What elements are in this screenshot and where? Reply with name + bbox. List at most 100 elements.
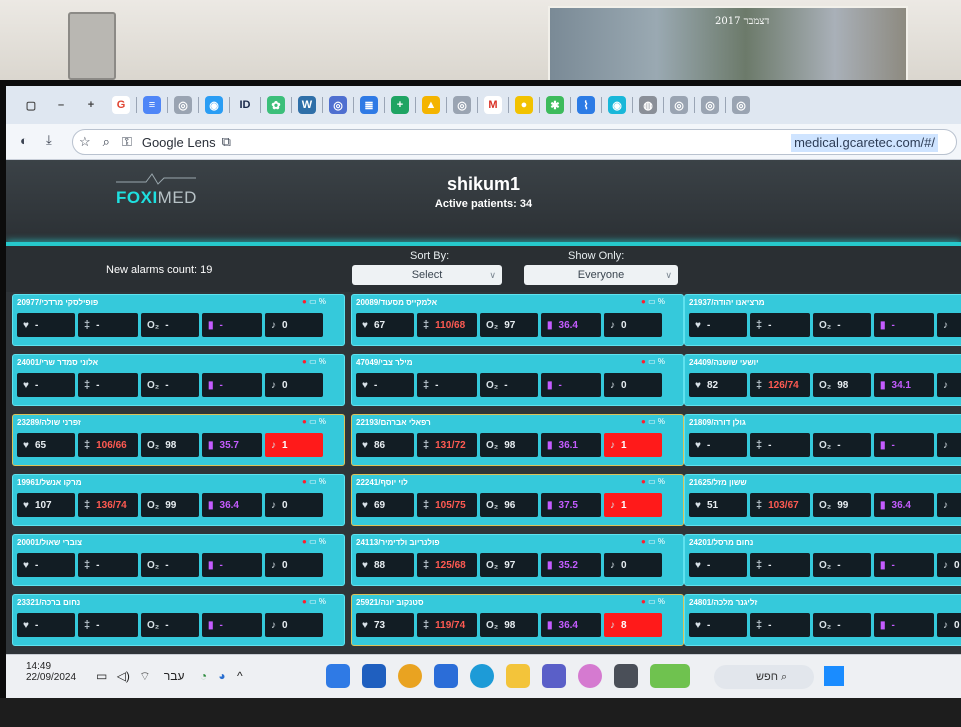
app-icon[interactable]: ✿: [267, 96, 285, 114]
heart-rate-value: -: [34, 619, 39, 631]
show-only-select[interactable]: Everyone ∨: [524, 265, 678, 285]
patient-card[interactable]: ששון מזל/21625● ▭ %♥51‡103/67O₂99▮36.4♪: [684, 474, 961, 526]
heart-icon: ♥: [362, 439, 368, 451]
new-alarms-count: New alarms count: 19: [106, 264, 213, 276]
site-settings-icon[interactable]: ⚿: [122, 134, 132, 150]
chrome-taskbar-icon[interactable]: [398, 664, 422, 688]
sheets-icon[interactable]: +: [391, 96, 409, 114]
oxygen-value: 99: [837, 499, 849, 511]
chrome5-icon[interactable]: ◎: [732, 96, 750, 114]
bell-icon: ♪: [943, 379, 948, 391]
patient-card[interactable]: זליגנר מלכה/24801● ▭ %♥-‡-O₂-▮-♪0: [684, 594, 961, 646]
search-icon[interactable]: ⌕: [103, 134, 110, 150]
oxygen-cell: O₂ -: [141, 613, 199, 637]
url-text[interactable]: medical.gcaretec.com/#/: [791, 134, 938, 152]
chevron-up-icon[interactable]: ^: [237, 669, 243, 683]
site-icon[interactable]: ◉: [205, 96, 223, 114]
temperature-value: -: [219, 619, 223, 631]
vitals-row: ♥ 86 ‡ 131/72 O₂ 98 ▮ 36.1 ♪ 1: [356, 433, 662, 457]
id-icon[interactable]: ID: [236, 96, 254, 114]
patient-card[interactable]: אלמקייס מסעוד/20089 ● ▭ % ♥ 67 ‡ 110/68 O₂ 97 ▮ 3…: [351, 294, 684, 346]
patient-card[interactable]: סטנקוב יונה/25921 ● ▭ % ♥ 73 ‡ 119/74 O₂ 98 ▮ 36.…: [351, 594, 684, 646]
patient-card[interactable]: אלוני סמדר שרי/24001 ● ▭ % ♥ - ‡ - O₂ - ▮ - ♪ 0: [12, 354, 345, 406]
lens-icon[interactable]: ⧉: [222, 134, 231, 150]
google-icon[interactable]: G: [112, 96, 130, 114]
patient-card[interactable]: לוי יוסף/22241 ● ▭ % ♥ 69 ‡ 105/75 O₂ 96 ▮ 37.5 ♪ 1: [351, 474, 684, 526]
copilot-icon[interactable]: [578, 664, 602, 688]
blood-pressure-cell: ‡ 105/75: [417, 493, 477, 517]
blood-pressure-value: 125/68: [435, 559, 466, 571]
omnibox[interactable]: ☆ ⌕ ⚿ Google Lens ⧉ medical.gcaretec.com…: [72, 129, 957, 155]
wordpress-icon[interactable]: W: [298, 96, 316, 114]
device-status: ● ▭ %: [302, 477, 326, 486]
edge-icon[interactable]: [470, 664, 494, 688]
gmail-icon[interactable]: M: [484, 96, 502, 114]
oxygen-value: 99: [165, 499, 177, 511]
google-lens-label[interactable]: Google Lens: [142, 135, 216, 150]
patient-card[interactable]: נחום מרסל/24201● ▭ %♥-‡-O₂-▮-♪0: [684, 534, 961, 586]
patient-card[interactable]: מילר צבי/47049 ● ▭ % ♥ - ‡ - O₂ - ▮ - ♪ 0: [351, 354, 684, 406]
forms-icon[interactable]: ≣: [360, 96, 378, 114]
window-icon[interactable]: ▢: [22, 96, 40, 114]
tray-app-icon[interactable]: ◔: [200, 669, 207, 683]
grey-icon[interactable]: ◍: [639, 96, 657, 114]
patient-card[interactable]: פולנריוב ולדימיר/24113 ● ▭ % ♥ 88 ‡ 125/68 O₂ 9…: [351, 534, 684, 586]
patient-card[interactable]: מרקו אנשל/19961 ● ▭ % ♥ 107 ‡ 136/74 O₂ 99 ▮ 36.4…: [12, 474, 345, 526]
teams-icon[interactable]: [542, 664, 566, 688]
temperature-cell: ▮ -: [874, 553, 934, 577]
explorer-icon[interactable]: [506, 664, 530, 688]
patient-card[interactable]: יושעי שושנה/24409● ▭ %♥82‡126/74O₂98▮34.…: [684, 354, 961, 406]
temperature-value: -: [558, 379, 562, 391]
minimize-icon[interactable]: –: [52, 96, 70, 114]
star-icon[interactable]: ☆: [79, 134, 91, 150]
tray-app2-icon[interactable]: ◕: [218, 669, 225, 683]
docs-icon[interactable]: ≡: [143, 96, 161, 114]
volume-icon[interactable]: ◁): [117, 669, 130, 683]
pulse-icon[interactable]: ⌇: [577, 96, 595, 114]
store-icon[interactable]: [434, 664, 458, 688]
word-icon[interactable]: [362, 664, 386, 688]
chrome4-icon[interactable]: ◎: [701, 96, 719, 114]
taskview-icon[interactable]: [326, 664, 350, 688]
heart-rate-cell: ♥ -: [17, 313, 75, 337]
widgets-icon[interactable]: [650, 664, 690, 688]
heart-rate-value: 51: [706, 499, 719, 511]
language-indicator[interactable]: עבר: [164, 669, 185, 683]
chrome2-icon[interactable]: ◎: [453, 96, 471, 114]
patient-card[interactable]: מרציאנו יהודה/21937● ▭ %♥-‡-O₂-▮-♪: [684, 294, 961, 346]
heart-icon: ♥: [362, 559, 368, 571]
sort-select[interactable]: Select ∨: [352, 265, 502, 285]
cyan-icon[interactable]: ◉: [608, 96, 626, 114]
chrome3-icon[interactable]: ◎: [670, 96, 688, 114]
battery-icon[interactable]: ▭: [96, 669, 107, 683]
patient-name: אלמקייס מסעוד/20089: [356, 298, 438, 307]
alarm-count-cell: ♪ 0: [937, 613, 961, 637]
wifi-icon[interactable]: ⌔: [139, 669, 150, 683]
green-icon[interactable]: ✱: [546, 96, 564, 114]
alarm-count-cell: ♪ 0: [265, 373, 323, 397]
download-icon[interactable]: ⤓: [46, 132, 52, 148]
taskbar-search[interactable]: חפש ⌕: [714, 665, 814, 689]
drive-icon[interactable]: ▲: [422, 96, 440, 114]
patient-card[interactable]: נחום ברכה/23321 ● ▭ % ♥ - ‡ - O₂ - ▮ - ♪ 0: [12, 594, 345, 646]
yellow-icon[interactable]: ●: [515, 96, 533, 114]
profile-icon[interactable]: ◐: [20, 133, 28, 148]
patient-card[interactable]: צוברי שאול/20001 ● ▭ % ♥ - ‡ - O₂ - ▮ - ♪ 0: [12, 534, 345, 586]
app-taskbar-icon[interactable]: [614, 664, 638, 688]
tab-separator: [167, 97, 168, 113]
clock[interactable]: 14:49 22/09/2024: [26, 661, 76, 683]
blood-pressure-value: 136/74: [96, 499, 127, 511]
patient-card[interactable]: רפאלי אברהם/22193 ● ▭ % ♥ 86 ‡ 131/72 O₂ 98 ▮ 36.…: [351, 414, 684, 466]
chevron-down-icon: ∨: [665, 270, 672, 280]
patient-card[interactable]: פופילסקי מרדכי/20977 ● ▭ % ♥ - ‡ - O₂ - ▮ - ♪ 0: [12, 294, 345, 346]
circle-icon[interactable]: ◎: [329, 96, 347, 114]
patient-card[interactable]: גולן דורה/21809● ▭ %♥-‡-O₂-▮-♪: [684, 414, 961, 466]
oxygen-icon: O₂: [486, 619, 499, 631]
new-tab-icon[interactable]: +: [82, 96, 100, 114]
chrome-icon[interactable]: ◎: [174, 96, 192, 114]
blood-pressure-cell: ‡ -: [417, 373, 477, 397]
windows-start-icon[interactable]: [824, 666, 844, 686]
blood-pressure-cell: ‡ -: [78, 373, 138, 397]
vitals-row: ♥ - ‡ - O₂ - ▮ - ♪ 0: [689, 613, 961, 637]
patient-card[interactable]: זפרני שולה/23289 ● ▭ % ♥ 65 ‡ 106/66 O₂ 98 ▮ 35.7…: [12, 414, 345, 466]
